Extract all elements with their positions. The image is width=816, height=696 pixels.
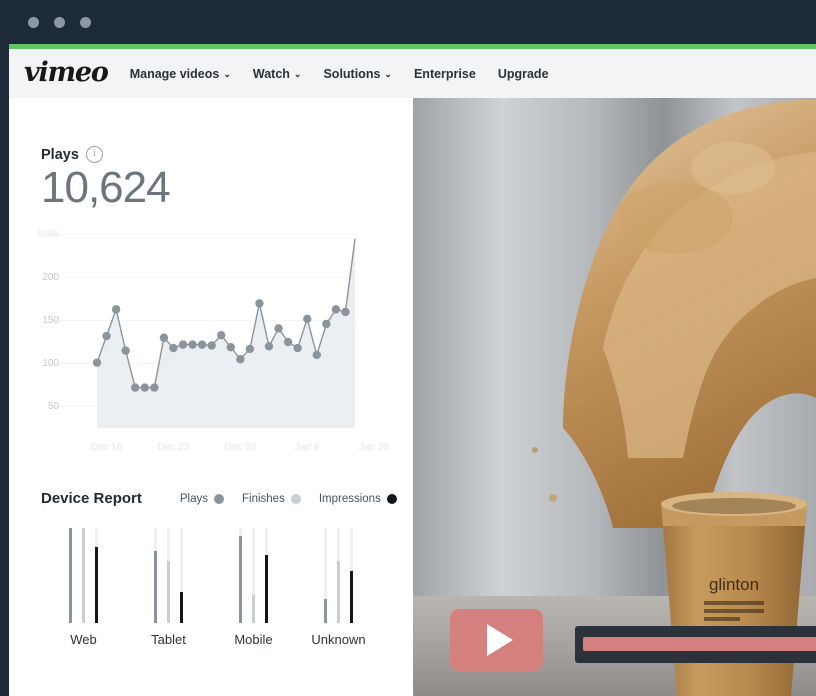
- legend-dot-plays: [214, 493, 224, 504]
- analytics-panel: Plays i 10,624 888k 200 150 100 50 Dec 16 Dec…: [9, 98, 413, 696]
- x-axis-tick: Jan 6: [294, 442, 320, 453]
- device-bars: [296, 528, 381, 623]
- bar-track-finishes: [337, 528, 340, 623]
- x-axis-tick: Jan 20: [359, 442, 390, 453]
- page-body: Plays i 10,624 888k 200 150 100 50 Dec 16 Dec…: [9, 98, 816, 696]
- plays-chart-svg: [51, 234, 359, 428]
- bar-fill-plays: [239, 535, 242, 623]
- y-axis-tick: 150: [42, 314, 59, 326]
- device-label: Mobile: [234, 632, 273, 647]
- minimize-dot[interactable]: [54, 17, 65, 28]
- bar-track-impressions: [180, 528, 183, 623]
- legend-item-finishes[interactable]: Finishes: [242, 493, 301, 505]
- chevron-down-icon: ⌄: [384, 69, 392, 79]
- legend-dot-impressions: [386, 493, 397, 504]
- nav-label: Watch: [252, 66, 290, 81]
- vimeo-navbar: vimeo Manage videos ⌄ Watch ⌄ Solutions …: [9, 49, 816, 98]
- nav-items: Manage videos ⌄ Watch ⌄ Solutions ⌄ Ente…: [130, 67, 549, 81]
- plays-label: Plays: [41, 146, 79, 163]
- legend-label: Plays: [179, 492, 208, 505]
- legend-dot-finishes: [290, 493, 301, 504]
- bar-fill-finishes: [252, 594, 255, 623]
- bar-track-finishes: [82, 528, 85, 623]
- bar-track-plays: [154, 528, 157, 623]
- bar-track-impressions: [95, 528, 98, 623]
- device-bars: [211, 528, 296, 623]
- nav-label: Enterprise: [413, 66, 476, 81]
- legend-label: Finishes: [242, 492, 285, 505]
- nav-item-solutions[interactable]: Solutions ⌄: [323, 67, 392, 81]
- bar-track-plays: [324, 528, 327, 623]
- bar-track-finishes: [252, 528, 255, 623]
- y-axis-tick: 888k: [37, 228, 59, 240]
- chevron-down-icon: ⌄: [223, 69, 231, 79]
- bar-fill-impressions: [180, 591, 183, 623]
- video-thumbnail: glinton: [413, 98, 816, 696]
- bar-fill-plays: [324, 599, 327, 623]
- device-bars: [126, 528, 211, 623]
- plays-header: Plays i: [41, 146, 103, 163]
- plays-value: 10,624: [41, 163, 171, 212]
- bar-fill-finishes: [82, 528, 85, 623]
- video-player[interactable]: glinton: [413, 98, 816, 696]
- device-group: Web: [41, 528, 126, 668]
- bar-track-impressions: [350, 528, 353, 623]
- y-axis-tick: 200: [42, 271, 59, 283]
- video-progress-fill: [583, 637, 816, 651]
- bar-track-finishes: [167, 528, 170, 623]
- x-axis-tick: Dec 23: [157, 442, 190, 453]
- device-report-title: Device Report: [41, 490, 142, 507]
- info-icon[interactable]: i: [85, 146, 103, 163]
- bar-fill-impressions: [95, 547, 98, 623]
- nav-item-enterprise[interactable]: Enterprise: [414, 67, 476, 81]
- vimeo-logo[interactable]: vimeo: [24, 57, 109, 88]
- bar-fill-finishes: [167, 561, 170, 623]
- chevron-down-icon: ⌄: [293, 69, 302, 79]
- device-label: Unknown: [311, 632, 366, 647]
- y-axis-tick: 50: [47, 400, 59, 412]
- nav-item-manage-videos[interactable]: Manage videos ⌄: [130, 67, 231, 81]
- legend-label: Impressions: [318, 492, 381, 505]
- bar-fill-finishes: [337, 561, 340, 623]
- window-controls[interactable]: [28, 17, 91, 28]
- window-titlebar: [0, 0, 816, 44]
- device-report-legend: Plays Finishes Impressions: [180, 493, 397, 505]
- nav-label: Upgrade: [497, 66, 549, 81]
- legend-item-impressions[interactable]: Impressions: [319, 493, 397, 505]
- bar-fill-impressions: [265, 554, 268, 623]
- video-progress-bar[interactable]: [575, 626, 816, 663]
- nav-label: Manage videos: [129, 66, 220, 81]
- nav-label: Solutions: [323, 66, 381, 81]
- device-label: Web: [70, 632, 97, 647]
- legend-item-plays[interactable]: Plays: [180, 493, 224, 505]
- device-bar-charts: Web Tablet Mobile Unknown: [41, 528, 401, 668]
- nav-item-upgrade[interactable]: Upgrade: [498, 67, 549, 81]
- nav-item-watch[interactable]: Watch ⌄: [253, 67, 302, 81]
- browser-window: vimeo Manage videos ⌄ Watch ⌄ Solutions …: [0, 0, 816, 696]
- play-button[interactable]: [450, 609, 543, 671]
- plays-line-chart[interactable]: 888k 200 150 100 50 Dec 16 Dec 23 Dec 30 Jan 6 J…: [9, 216, 413, 476]
- device-label: Tablet: [151, 632, 186, 647]
- device-report-header: Device Report Plays Finishes Impressions: [41, 490, 397, 507]
- y-axis-tick: 100: [42, 357, 59, 369]
- bar-fill-plays: [154, 550, 157, 623]
- bar-track-impressions: [265, 528, 268, 623]
- device-group: Unknown: [296, 528, 381, 668]
- x-axis-tick: Dec 16: [90, 442, 123, 453]
- bar-fill-plays: [69, 528, 72, 623]
- close-dot[interactable]: [28, 17, 39, 28]
- x-axis-tick: Dec 30: [224, 442, 257, 453]
- play-icon: [486, 624, 513, 656]
- svg-text:glinton: glinton: [709, 575, 759, 594]
- device-group: Mobile: [211, 528, 296, 668]
- maximize-dot[interactable]: [80, 17, 91, 28]
- bar-fill-impressions: [350, 570, 353, 623]
- device-group: Tablet: [126, 528, 211, 668]
- device-bars: [41, 528, 126, 623]
- bar-track-plays: [239, 528, 242, 623]
- bar-track-plays: [69, 528, 72, 623]
